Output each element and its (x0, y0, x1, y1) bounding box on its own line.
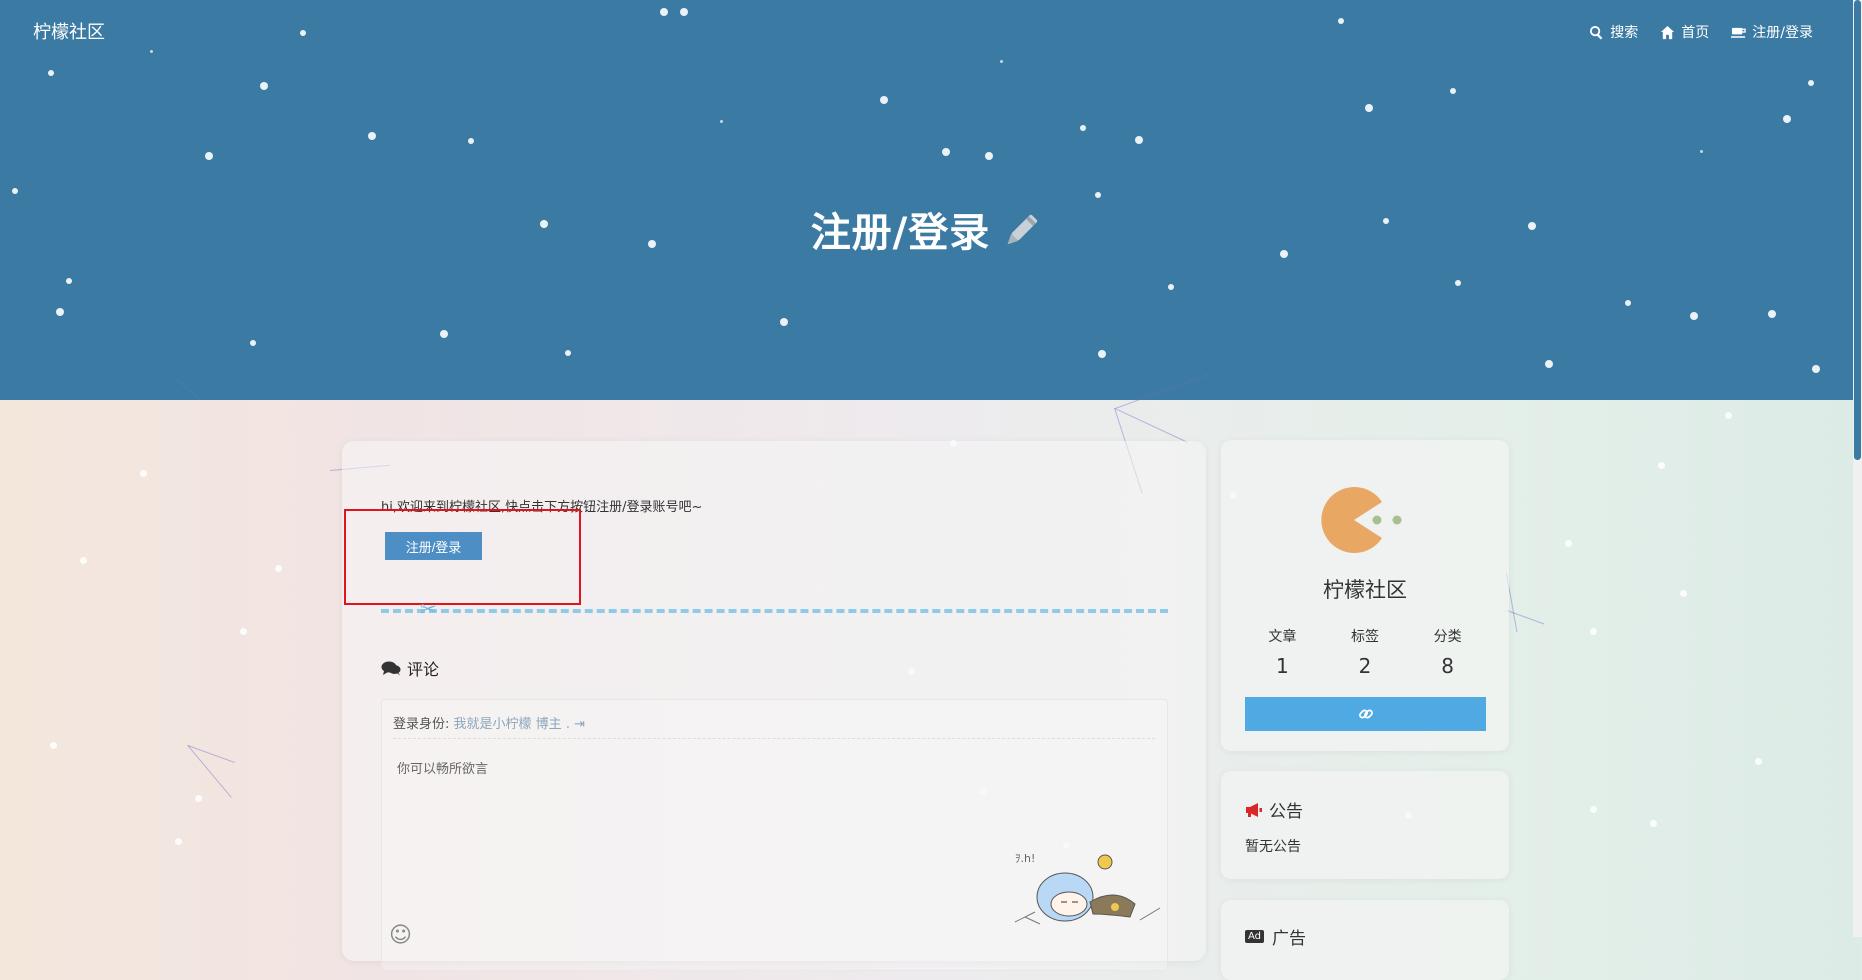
stat-tags[interactable]: 标签 2 (1351, 626, 1379, 678)
profile-link-button[interactable] (1245, 697, 1486, 731)
nav-register-login-label: 注册/登录 (1752, 25, 1813, 41)
profile-card: 柠檬社区 文章 1 标签 2 分类 8 (1221, 440, 1509, 751)
nav-search-label: 搜索 (1610, 25, 1639, 41)
stat-articles[interactable]: 文章 1 (1268, 626, 1296, 678)
dashed-divider (381, 609, 1168, 613)
link-icon (1358, 709, 1373, 719)
stat-label: 标签 (1350, 629, 1379, 645)
logout-icon[interactable]: ⇥ (574, 717, 585, 732)
comments-icon (381, 661, 401, 676)
top-nav: 搜索 首页 注册/登录 (1589, 22, 1813, 42)
profile-stats: 文章 1 标签 2 分类 8 (1241, 626, 1489, 678)
search-icon (1590, 25, 1603, 39)
nav-search[interactable]: 搜索 (1589, 22, 1638, 42)
main-card: hi,欢迎来到柠檬社区,快点击下方按钮注册/登录账号吧~ 注册/登录 ✂ 评论 … (342, 441, 1206, 971)
nav-home-label: 首页 (1681, 25, 1710, 41)
login-divider (393, 738, 1155, 739)
comment-box: 登录身份: 我就是小柠檬 博主 . ⇥ 你可以畅所欲言 ｦ.h! ☺ (381, 699, 1168, 971)
pencil-icon (1007, 214, 1038, 245)
stat-label: 分类 (1433, 629, 1462, 645)
megaphone-icon (1246, 802, 1262, 817)
comment-textarea[interactable]: 你可以畅所欲言 (397, 758, 488, 777)
comment-heading-text: 评论 (407, 660, 440, 679)
site-brand[interactable]: 柠檬社区 (33, 18, 105, 44)
stat-value: 1 (1275, 654, 1289, 678)
notice-heading: 公告 (1245, 797, 1303, 822)
emoji-icon[interactable]: ☺ (389, 923, 412, 948)
scissors-icon: ✂ (420, 597, 437, 621)
ad-card: Ad 广告 (1221, 900, 1509, 980)
comment-heading: 评论 (381, 656, 439, 680)
login-name[interactable]: 我就是小柠檬 博主 (454, 717, 562, 732)
notice-body: 暂无公告 (1245, 839, 1301, 855)
register-login-button[interactable]: 注册/登录 (385, 532, 482, 560)
nav-register-login[interactable]: 注册/登录 (1731, 22, 1813, 42)
header-banner: 柠檬社区 搜索 首页 注册/登录 注册/登录 (0, 0, 1853, 400)
notice-card: 公告 暂无公告 (1221, 771, 1509, 879)
notice-title: 公告 (1269, 802, 1303, 822)
stat-categories[interactable]: 分类 8 (1434, 626, 1462, 678)
login-prefix: 登录身份: (393, 717, 450, 732)
page-title: 注册/登录 (0, 200, 1853, 258)
mascot-illustration: ｦ.h! (1014, 852, 1161, 925)
nav-home[interactable]: 首页 (1660, 22, 1709, 42)
stat-label: 文章 (1268, 629, 1297, 645)
page-title-text: 注册/登录 (810, 210, 991, 256)
login-identity: 登录身份: 我就是小柠檬 博主 . ⇥ (393, 713, 585, 732)
svg-text:ｦ.h!: ｦ.h! (1015, 852, 1035, 865)
scrollbar-thumb[interactable] (1854, 0, 1861, 460)
stat-value: 8 (1441, 654, 1454, 678)
profile-site-name: 柠檬社区 (1323, 578, 1407, 602)
pacman-avatar-icon (1321, 487, 1402, 553)
cup-icon (1731, 27, 1746, 38)
home-icon (1661, 25, 1675, 39)
login-suffix: . (565, 717, 570, 732)
stat-value: 2 (1358, 654, 1372, 678)
